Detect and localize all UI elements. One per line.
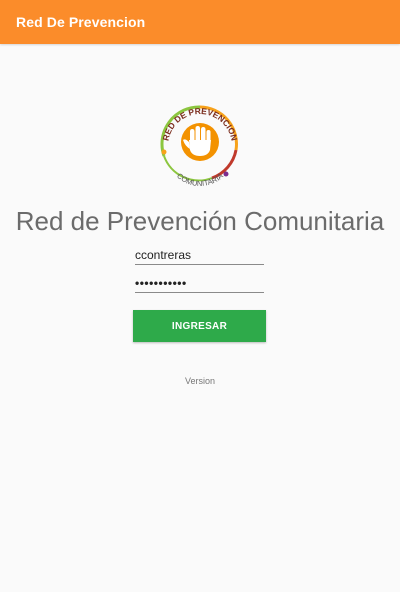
app-bar-title: Red De Prevencion	[16, 14, 146, 30]
password-field[interactable]: •••••••••••	[135, 274, 264, 293]
username-field[interactable]: ccontreras	[135, 246, 264, 265]
app-bar: Red De Prevencion	[0, 0, 400, 44]
page-title: Red de Prevención Comunitaria	[15, 206, 385, 236]
logo-bottom-text: COMUNITARIA	[175, 171, 225, 188]
svg-text:COMUNITARIA: COMUNITARIA	[175, 171, 225, 188]
login-button[interactable]: INGRESAR	[133, 310, 266, 342]
raised-hand-logo: RED DE PREVENCION COMUNITARIA	[152, 96, 248, 192]
version-label: Version	[184, 376, 216, 386]
